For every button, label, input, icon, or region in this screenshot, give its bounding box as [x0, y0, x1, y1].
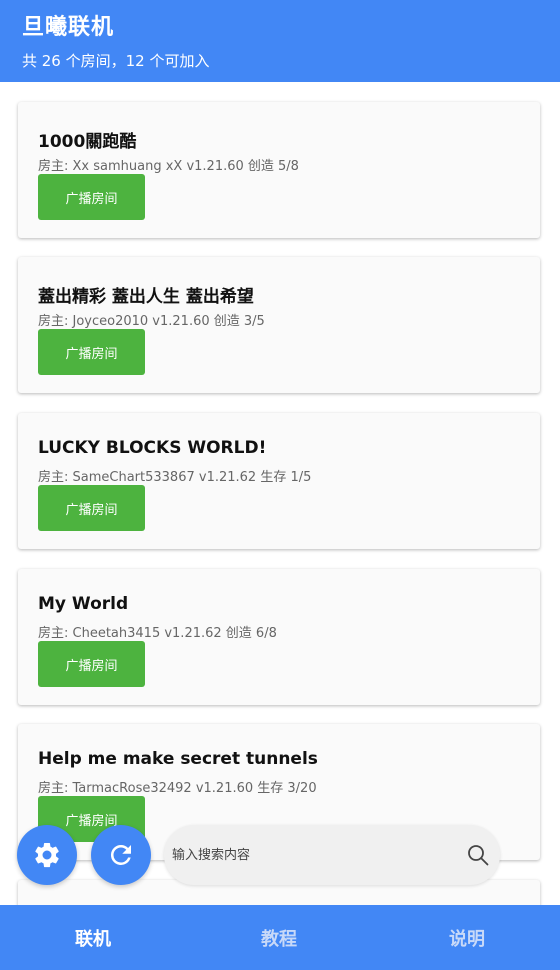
- search-bar[interactable]: [164, 825, 500, 885]
- room-name: 蓋出精彩 蓋出人生 蓋出希望: [38, 287, 254, 307]
- broadcast-room-button[interactable]: 广播房间: [38, 485, 145, 531]
- room-name: 1000關跑酷: [38, 132, 137, 152]
- room-info: 房主: Xx samhuang xX v1.21.60 创造 5/8: [38, 159, 299, 174]
- bottom-tab-bar: 联机 教程 说明: [0, 905, 560, 970]
- broadcast-room-button[interactable]: 广播房间: [38, 329, 145, 375]
- room-name: LUCKY BLOCKS WORLD!: [38, 438, 267, 458]
- broadcast-room-button[interactable]: 广播房间: [38, 641, 145, 687]
- room-card[interactable]: 1000關跑酷 房主: Xx samhuang xX v1.21.60 创造 5…: [18, 102, 540, 238]
- room-info: 房主: TarmacRose32492 v1.21.60 生存 3/20: [38, 781, 317, 796]
- settings-button[interactable]: [17, 825, 77, 885]
- app-title: 旦曦联机: [22, 15, 115, 40]
- app-header: 旦曦联机 共 26 个房间，12 个可加入: [0, 0, 560, 82]
- gear-icon: [35, 842, 59, 868]
- room-info: 房主: SameChart533867 v1.21.62 生存 1/5: [38, 470, 312, 485]
- room-info: 房主: Joyceo2010 v1.21.60 创造 3/5: [38, 314, 265, 329]
- refresh-button[interactable]: [91, 825, 151, 885]
- search-icon[interactable]: [466, 843, 490, 867]
- broadcast-room-button[interactable]: 广播房间: [38, 174, 145, 220]
- room-card[interactable]: My World 房主: Cheetah3415 v1.21.62 创造 6/8…: [18, 569, 540, 705]
- room-info: 房主: Cheetah3415 v1.21.62 创造 6/8: [38, 626, 277, 641]
- room-name: Help me make secret tunnels: [38, 749, 318, 769]
- room-card[interactable]: LUCKY BLOCKS WORLD! 房主: SameChart533867 …: [18, 413, 540, 549]
- room-count-subtitle: 共 26 个房间，12 个可加入: [22, 52, 210, 70]
- refresh-icon: [110, 845, 131, 865]
- search-input[interactable]: [172, 835, 452, 875]
- room-list[interactable]: 1000關跑酷 房主: Xx samhuang xX v1.21.60 创造 5…: [0, 82, 560, 905]
- tab-tutorial[interactable]: 教程: [186, 905, 372, 970]
- room-card[interactable]: 蓋出精彩 蓋出人生 蓋出希望 房主: Joyceo2010 v1.21.60 创…: [18, 257, 540, 393]
- tab-multiplayer[interactable]: 联机: [0, 905, 186, 970]
- tab-instructions[interactable]: 说明: [374, 905, 560, 970]
- room-name: My World: [38, 594, 129, 614]
